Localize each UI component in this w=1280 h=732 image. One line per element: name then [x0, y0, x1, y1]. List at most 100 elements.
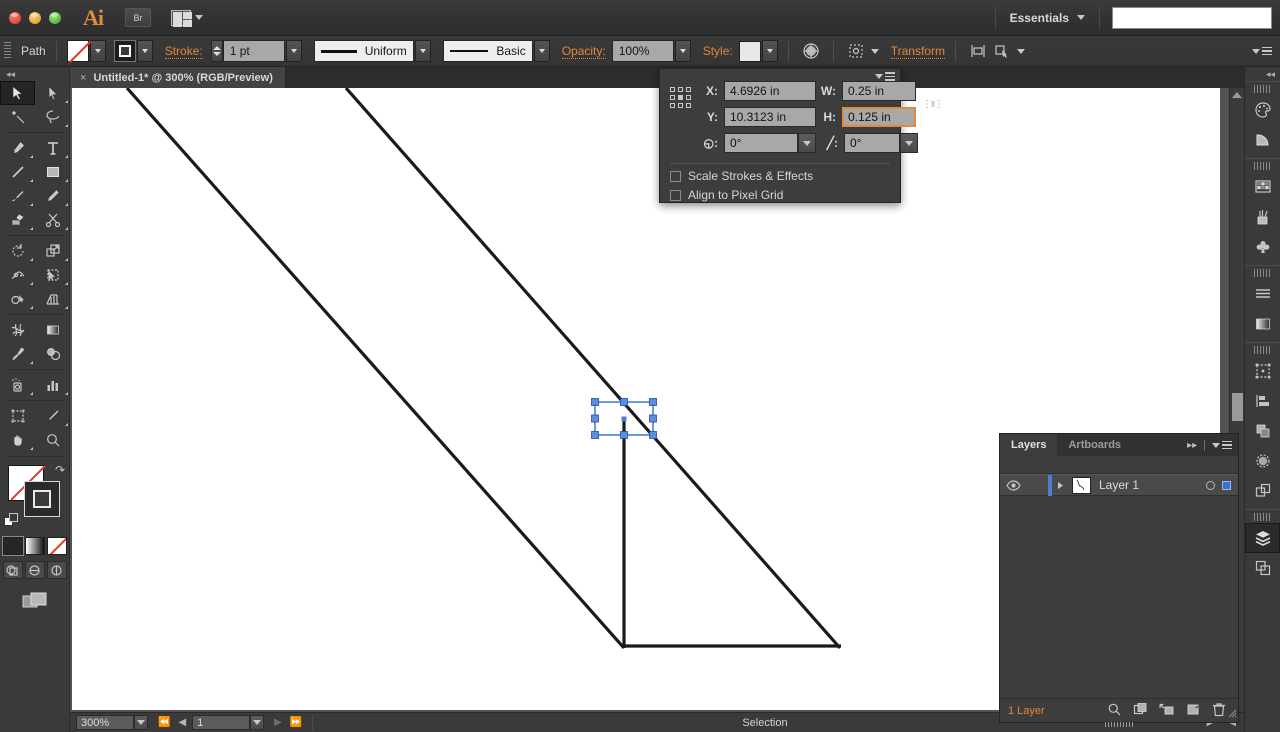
default-fill-stroke-icon[interactable] — [4, 513, 19, 531]
stroke-dropdown-button[interactable] — [136, 40, 153, 62]
stroke-swatch-icon[interactable] — [113, 40, 136, 62]
layer-selection-indicator[interactable] — [1222, 480, 1231, 490]
transform-x-input[interactable]: 4.6926 in — [724, 81, 816, 101]
layer-visibility-toggle[interactable] — [1000, 479, 1026, 491]
fill-swatch-none-icon[interactable] — [66, 40, 89, 62]
column-graph-tool[interactable] — [35, 373, 70, 397]
panel-resize-grip[interactable] — [1225, 706, 1237, 721]
transparency-panel-icon[interactable] — [1245, 446, 1280, 476]
fill-color-control[interactable] — [66, 40, 106, 62]
normal-screen-mode-button[interactable] — [2, 561, 23, 579]
panel-drag-grip[interactable] — [1105, 722, 1133, 727]
graphic-style-control[interactable] — [738, 40, 778, 62]
vertical-scroll-thumb[interactable] — [1232, 393, 1243, 421]
transform-shear-dropdown[interactable] — [900, 133, 918, 153]
select-similar-objects-button[interactable] — [990, 39, 1014, 63]
magic-wand-tool[interactable] — [0, 105, 35, 129]
artboard-tool[interactable] — [0, 404, 35, 428]
artboard-number-field[interactable]: 1 — [192, 715, 251, 730]
swap-fill-stroke-icon[interactable]: ↷ — [55, 463, 65, 477]
chevron-down-icon[interactable] — [1016, 48, 1025, 54]
stroke-weight-stepper[interactable] — [210, 40, 223, 62]
recolor-artwork-button[interactable] — [799, 39, 823, 63]
tools-collapse-button[interactable]: ◂◂ — [0, 67, 69, 81]
fill-dropdown-button[interactable] — [89, 40, 106, 62]
dock-group-grip[interactable] — [1253, 269, 1272, 277]
last-artboard-icon[interactable]: ⏩ — [290, 717, 302, 728]
selection-tool[interactable] — [0, 81, 35, 105]
collapse-panel-icon[interactable]: ▸▸ — [1187, 440, 1197, 451]
width-tool[interactable] — [0, 263, 35, 287]
color-panel-icon[interactable] — [1245, 95, 1280, 125]
type-tool[interactable] — [35, 136, 70, 160]
dock-group-grip[interactable] — [1253, 85, 1272, 93]
blend-tool[interactable] — [35, 342, 70, 366]
none-mode-button[interactable] — [46, 537, 67, 555]
pathfinder-panel-icon[interactable] — [1245, 416, 1280, 446]
symbol-sprayer-tool[interactable] — [0, 373, 35, 397]
dock-group-grip[interactable] — [1253, 513, 1272, 521]
rectangle-tool[interactable] — [35, 160, 70, 184]
ref-point-tl[interactable] — [670, 87, 675, 92]
scale-tool[interactable] — [35, 239, 70, 263]
symbols-panel-icon[interactable] — [1245, 232, 1280, 262]
tab-artboards[interactable]: Artboards — [1057, 434, 1132, 456]
previous-artboard-icon[interactable]: ◀ — [178, 717, 186, 728]
document-tab[interactable]: × Untitled-1* @ 300% (RGB/Preview) — [70, 67, 286, 88]
ref-point-tr[interactable] — [686, 87, 691, 92]
stroke-weight-label[interactable]: Stroke: — [164, 44, 203, 59]
blob-brush-tool[interactable] — [0, 208, 35, 232]
go-to-bridge-button[interactable]: Br — [125, 8, 151, 27]
color-guide-panel-icon[interactable] — [1245, 125, 1280, 155]
align-pixel-grid-row[interactable]: Align to Pixel Grid — [660, 183, 900, 202]
zoom-tool[interactable] — [35, 428, 70, 452]
pencil-tool[interactable] — [35, 184, 70, 208]
artboards-panel-icon[interactable] — [1245, 553, 1280, 583]
transform-panel-icon[interactable] — [1245, 356, 1280, 386]
rotate-tool[interactable] — [0, 239, 35, 263]
next-artboard-icon[interactable]: ▶ — [274, 717, 282, 728]
opacity-dropdown-button[interactable] — [674, 40, 691, 62]
create-new-layer-icon[interactable] — [1186, 702, 1201, 720]
zoom-level-dropdown[interactable] — [134, 715, 148, 730]
layers-list-body[interactable] — [1000, 496, 1238, 686]
isolate-selected-object-button[interactable] — [844, 39, 868, 63]
full-screen-menu-mode-button[interactable] — [24, 561, 45, 579]
layer-expand-toggle[interactable] — [1052, 481, 1070, 490]
transform-rotate-dropdown[interactable] — [798, 133, 816, 153]
brushes-panel-icon[interactable] — [1245, 202, 1280, 232]
opacity-value[interactable]: 100% — [611, 40, 674, 62]
tab-layers[interactable]: Layers — [1000, 434, 1058, 456]
brush-definition-control[interactable]: Basic — [442, 40, 550, 62]
close-document-icon[interactable]: × — [80, 72, 86, 84]
artboard-number-dropdown[interactable] — [250, 715, 265, 730]
target-circle-icon[interactable] — [1206, 480, 1215, 490]
arrange-documents-button[interactable] — [171, 9, 203, 27]
dock-group-grip[interactable] — [1253, 162, 1272, 170]
stroke-panel-icon[interactable] — [1245, 279, 1280, 309]
minimize-window-button[interactable] — [29, 11, 41, 24]
control-bar-grip[interactable] — [4, 42, 11, 60]
align-pixel-grid-checkbox[interactable] — [670, 189, 681, 201]
ref-point-bc[interactable] — [678, 103, 683, 108]
color-mode-button[interactable] — [1, 536, 24, 556]
dock-group-grip[interactable] — [1253, 346, 1272, 354]
scale-strokes-checkbox[interactable] — [670, 170, 681, 182]
appearance-panel-icon[interactable] — [1245, 476, 1280, 506]
ref-point-bl[interactable] — [670, 103, 675, 108]
table-row[interactable]: Layer 1 — [1000, 474, 1238, 496]
workspace-switcher[interactable]: Essentials — [994, 6, 1100, 29]
change-screen-mode-button[interactable] — [0, 591, 69, 611]
transform-panel[interactable]: X: 4.6926 in W: 0.25 in Y: 10.3123 in H:… — [659, 68, 940, 203]
stroke-weight-value[interactable]: 1 pt — [222, 40, 285, 62]
stroke-profile-control[interactable]: Uniform — [313, 40, 431, 62]
eyedropper-tool[interactable] — [0, 342, 35, 366]
scissors-tool[interactable] — [35, 208, 70, 232]
control-bar-menu-button[interactable] — [1252, 46, 1272, 56]
gradient-mode-button[interactable] — [24, 537, 45, 555]
shape-builder-tool[interactable] — [0, 287, 35, 311]
stroke-weight-control[interactable]: 1 pt — [210, 40, 302, 62]
first-artboard-icon[interactable]: ⏪ — [158, 717, 170, 728]
scale-strokes-row[interactable]: Scale Strokes & Effects — [660, 164, 900, 183]
opacity-control[interactable]: 100% — [611, 40, 691, 62]
